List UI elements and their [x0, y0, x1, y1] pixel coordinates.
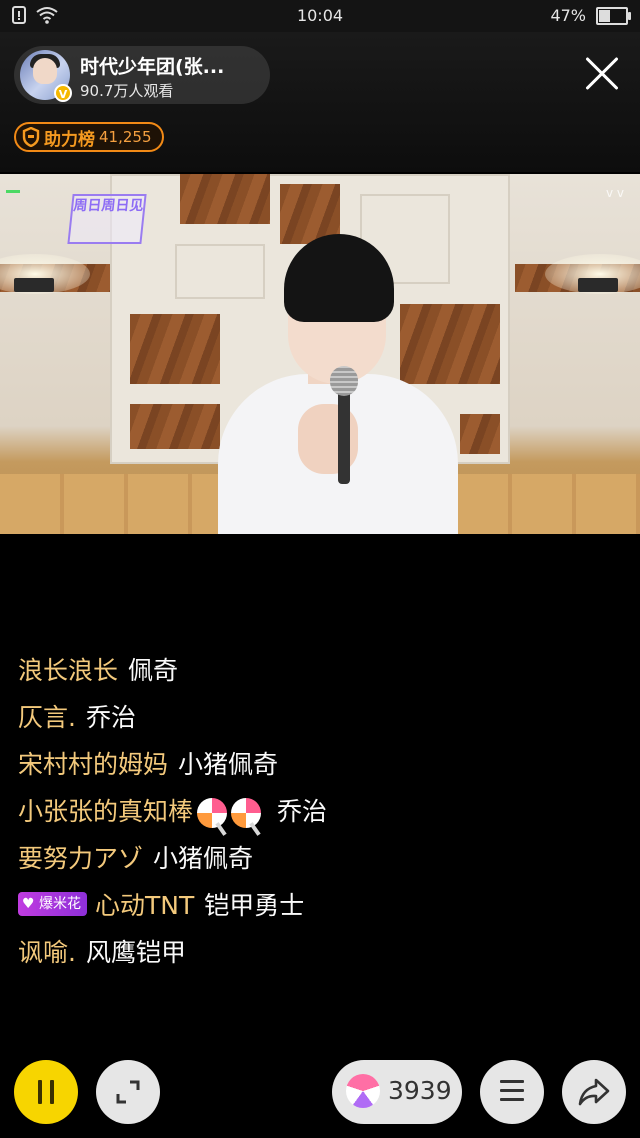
- chat-message: 讽喻. 风鹰铠甲: [18, 927, 618, 974]
- show-logo: 周日周日见: [67, 194, 147, 244]
- chat-message: 浪长浪长 佩奇: [18, 645, 618, 692]
- chat-message: 宋村村的姆妈 小猪佩奇: [18, 739, 618, 786]
- candy-count: 3939: [388, 1076, 452, 1105]
- chat-message: ♥ 爆米花 心动TNT 铠甲勇士: [18, 880, 618, 927]
- candy-icon: [346, 1074, 380, 1108]
- chat-text: 铠甲勇士: [204, 890, 305, 920]
- pause-button[interactable]: [14, 1060, 78, 1124]
- chat-username[interactable]: 小张张的真知棒: [18, 792, 262, 828]
- wall-lamp-right: [578, 278, 618, 292]
- menu-button[interactable]: [480, 1060, 544, 1124]
- chat-text: 小猪佩奇: [178, 749, 279, 779]
- verified-badge-icon: V: [54, 84, 72, 102]
- shield-icon: [22, 127, 40, 147]
- chat-username[interactable]: 浪长浪长: [18, 651, 118, 687]
- live-video[interactable]: v v 周日周日见: [0, 174, 640, 534]
- candy-gift-button[interactable]: 3939: [332, 1060, 462, 1124]
- status-bar: 10:04 47%: [0, 0, 640, 32]
- host-name: 时代少年团(张...: [80, 56, 225, 78]
- wall-lamp-left: [14, 278, 54, 292]
- streamer: [218, 234, 458, 534]
- chat-username[interactable]: 要努力アゾ: [18, 839, 143, 875]
- chat-text: 小猪佩奇: [153, 843, 254, 873]
- watermark-icon: v v: [605, 186, 624, 200]
- popcorn-fan-badge: ♥ 爆米花: [18, 891, 88, 916]
- microphone-icon: [330, 366, 358, 396]
- share-button[interactable]: [562, 1060, 626, 1124]
- chat-text: 乔治: [85, 702, 136, 732]
- share-icon: [578, 1078, 610, 1106]
- support-ranking-button[interactable]: 助力榜 41,255: [14, 122, 164, 152]
- lollipop-icon: [231, 797, 262, 828]
- chat-username[interactable]: 心动TNT: [95, 886, 194, 922]
- chat-username-text: 小张张的真知棒: [18, 796, 194, 826]
- support-count: 41,255: [99, 128, 152, 146]
- viewer-count: 90.7万人观看: [80, 82, 174, 100]
- chat-list: 浪长浪长 佩奇 仄言. 乔治 宋村村的姆妈 小猪佩奇 小张张的真知棒 乔治 要努…: [18, 645, 618, 974]
- chat-text: 佩奇: [128, 655, 179, 685]
- chat-username[interactable]: 仄言.: [18, 698, 76, 734]
- chat-text: 风鹰铠甲: [85, 937, 186, 967]
- menu-icon: [500, 1080, 524, 1107]
- fan-badge-label: 爆米花: [39, 895, 82, 912]
- status-time: 10:04: [296, 6, 344, 25]
- chat-message: 要努力アゾ 小猪佩奇: [18, 833, 618, 880]
- battery-icon: [596, 6, 631, 25]
- lollipop-icon: [197, 797, 228, 828]
- chat-username[interactable]: 讽喻.: [18, 933, 76, 969]
- chat-username[interactable]: 宋村村的姆妈: [18, 745, 168, 781]
- chat-text: 乔治: [277, 796, 328, 826]
- chat-message: 小张张的真知棒 乔治: [18, 786, 618, 833]
- support-label: 助力榜: [44, 129, 95, 150]
- chat-message: 仄言. 乔治: [18, 692, 618, 739]
- live-header: V 时代少年团(张... 90.7万人观看 助力榜 41,255: [0, 32, 640, 172]
- fullscreen-button[interactable]: [96, 1060, 160, 1124]
- battery-percent: 47%: [550, 6, 586, 25]
- expand-icon: [116, 1080, 140, 1104]
- host-info[interactable]: V 时代少年团(张... 90.7万人观看: [14, 46, 270, 104]
- live-indicator: [6, 190, 20, 193]
- close-button[interactable]: [582, 54, 622, 94]
